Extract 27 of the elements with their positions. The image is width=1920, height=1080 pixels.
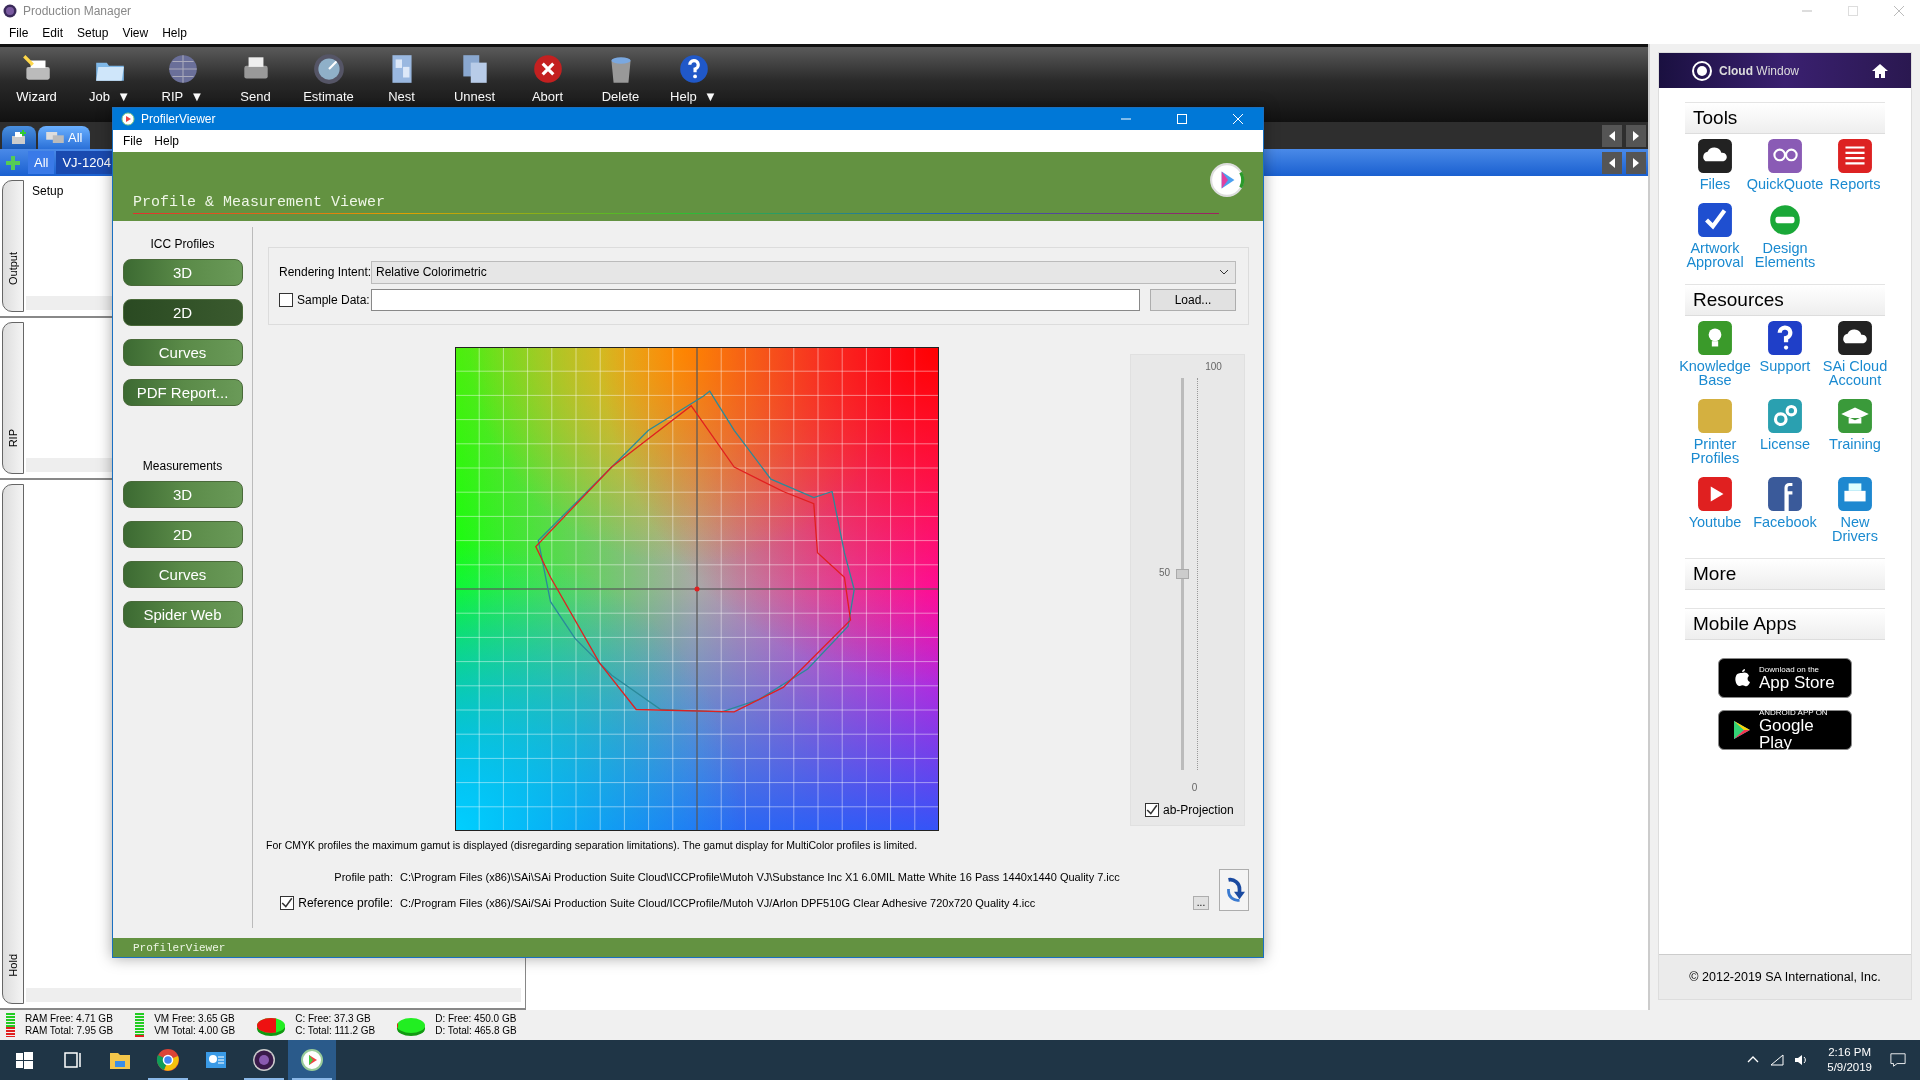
status-text: RAM Total: 7.95 GB bbox=[25, 1025, 114, 1037]
status-text: RAM Free: 4.71 GB bbox=[25, 1013, 114, 1025]
checkbox-label: Sample Data: bbox=[297, 293, 370, 307]
status-text: D: Free: 450.0 GB bbox=[435, 1013, 517, 1025]
note-text: For CMYK profiles the maximum gamut is displayed (disregarding separation limitations). The gamut display for MultiColor profiles is limited. bbox=[266, 839, 919, 851]
header-title: Profile & Measurement Viewer bbox=[133, 193, 386, 211]
field-label: Profile path: bbox=[333, 871, 394, 883]
path-text: C:/Program Files (x86)/SAi/SAi Production Suite Cloud/ICCProfile/Mutoh VJ/Arlon DPF510G Clear Adhesive 720x720 Quality 4.icc bbox=[400, 897, 1036, 909]
footer-text: ProfilerViewer bbox=[133, 941, 226, 954]
copyright-text: © 2012-2019 SA International, Inc. bbox=[1689, 970, 1881, 984]
slider-label: 100 bbox=[1205, 361, 1222, 372]
status-text: VM Free: 3.65 GB bbox=[154, 1013, 236, 1025]
group-label: ICC Profiles bbox=[150, 237, 215, 251]
slider-label: 0 bbox=[1191, 782, 1198, 793]
checkbox-label: Reference profile: bbox=[298, 896, 393, 910]
field-label: Rendering Intent: bbox=[279, 265, 371, 279]
cloud-title: Cloud Window bbox=[1719, 63, 1799, 78]
status-text: C: Free: 37.3 GB bbox=[295, 1013, 372, 1025]
status-text: D: Total: 465.8 GB bbox=[435, 1025, 517, 1037]
window-title: Production Manager bbox=[23, 4, 132, 18]
path-text: C:\Program Files (x86)\SAi\SAi Production Suite Cloud\ICCProfile\Mutoh VJ\Substance Inc X1 6.0MIL Matte White 16 Pass 1440x1440 Quality 7.icc bbox=[400, 871, 1120, 883]
status-text: VM Total: 4.00 GB bbox=[154, 1025, 236, 1037]
checkbox-label: ab-Projection bbox=[1163, 803, 1234, 817]
group-label: Measurements bbox=[142, 459, 223, 473]
window-title: ProfilerViewer bbox=[141, 112, 216, 126]
status-text: C: Total: 111.2 GB bbox=[295, 1025, 376, 1037]
slider-label: 50 bbox=[1159, 567, 1171, 578]
